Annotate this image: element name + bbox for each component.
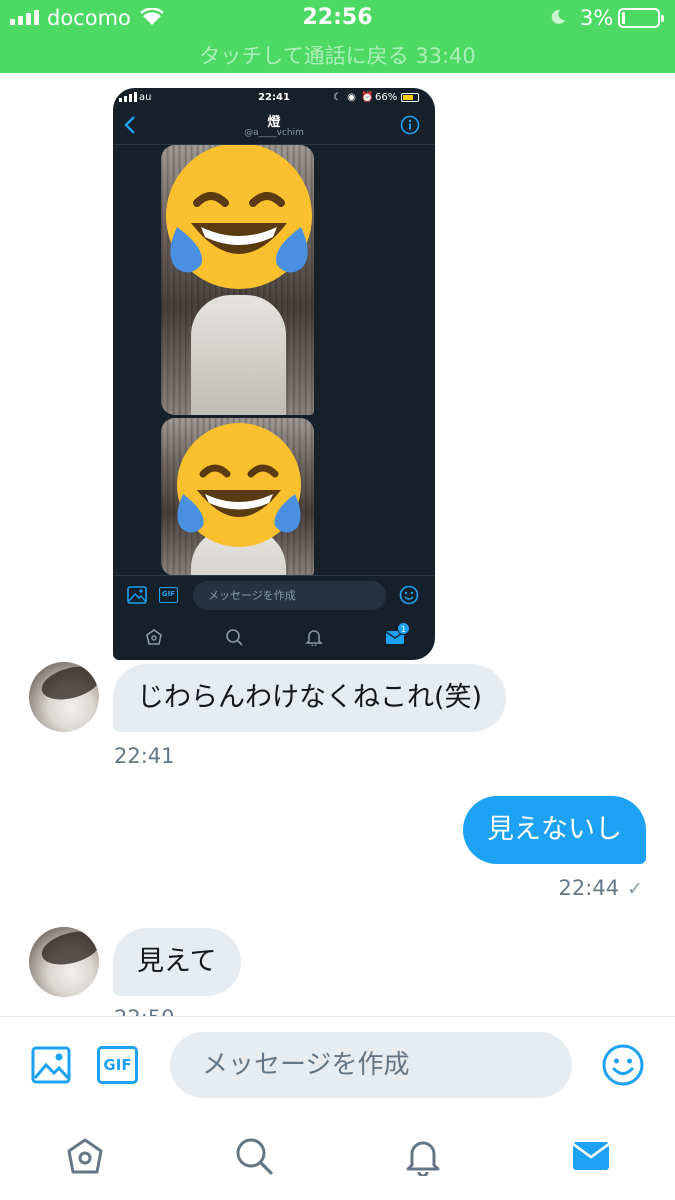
embedded-conversation-header: 燈 @a____vchim [113,108,435,145]
image-icon [127,586,147,608]
embedded-message-input: メッセージを作成 [193,581,386,610]
search-icon[interactable] [234,1136,274,1180]
notifications-icon[interactable] [403,1136,443,1180]
gif-icon: GIF [159,587,178,603]
embedded-status-bar: au 22:41 ☾ ◉ ⏰ 66% [113,88,435,108]
message-input[interactable]: メッセージを作成 [170,1032,572,1098]
messages-icon[interactable] [571,1136,611,1180]
message-bubble-outgoing[interactable]: 見えないし [463,796,646,864]
clock: 22:56 [302,5,373,30]
embedded-photo [161,145,314,415]
unread-badge: 1 [397,622,410,635]
search-icon [225,628,243,650]
image-icon[interactable] [31,1045,71,1089]
message-bubble-incoming[interactable]: じわらんわけなくねこれ(笑) [113,664,507,732]
embedded-battery-icon [401,93,419,102]
image-message[interactable]: au 22:41 ☾ ◉ ⏰ 66% 燈 @a____vchim GIF メッセ… [113,88,435,660]
embedded-photo [161,418,314,576]
notifications-icon [305,628,323,650]
emoji-icon [399,585,419,609]
read-check-icon: ✓ [627,878,643,900]
embedded-status-icons: ☾ ◉ ⏰ [333,92,375,103]
tab-bar [0,1112,675,1200]
message-bubble-incoming[interactable]: 見えて [113,928,241,996]
message-timestamp: 22:50 [114,1003,175,1017]
info-icon [400,115,420,139]
do-not-disturb-icon [550,9,566,29]
message-composer: GIF メッセージを作成 [0,1016,675,1112]
embedded-contact-handle: @a____vchim [244,128,304,138]
status-bar: docomo 22:56 3% タッチして通話に戻る 33:40 [0,0,675,73]
battery-icon [618,8,664,28]
face-with-tears-of-joy-icon [166,145,312,289]
contact-avatar[interactable] [29,927,99,997]
gif-button[interactable]: GIF [97,1046,138,1084]
embedded-battery-percent: 66% [375,92,398,103]
message-time: 22:44 [558,876,620,900]
home-icon[interactable] [65,1136,105,1180]
embedded-composer: GIF メッセージを作成 [113,575,435,615]
message-timestamp: 22:44 ✓ [559,876,643,900]
contact-avatar[interactable] [29,662,99,732]
home-icon [145,628,163,650]
return-to-call-banner[interactable]: タッチして通話に戻る 33:40 [0,40,675,70]
battery-percent: 3% [580,6,614,30]
embedded-tab-bar: 1 [113,615,435,660]
message-timestamp: 22:41 [114,744,175,768]
emoji-icon[interactable] [602,1044,644,1090]
face-with-tears-of-joy-icon [177,423,301,547]
